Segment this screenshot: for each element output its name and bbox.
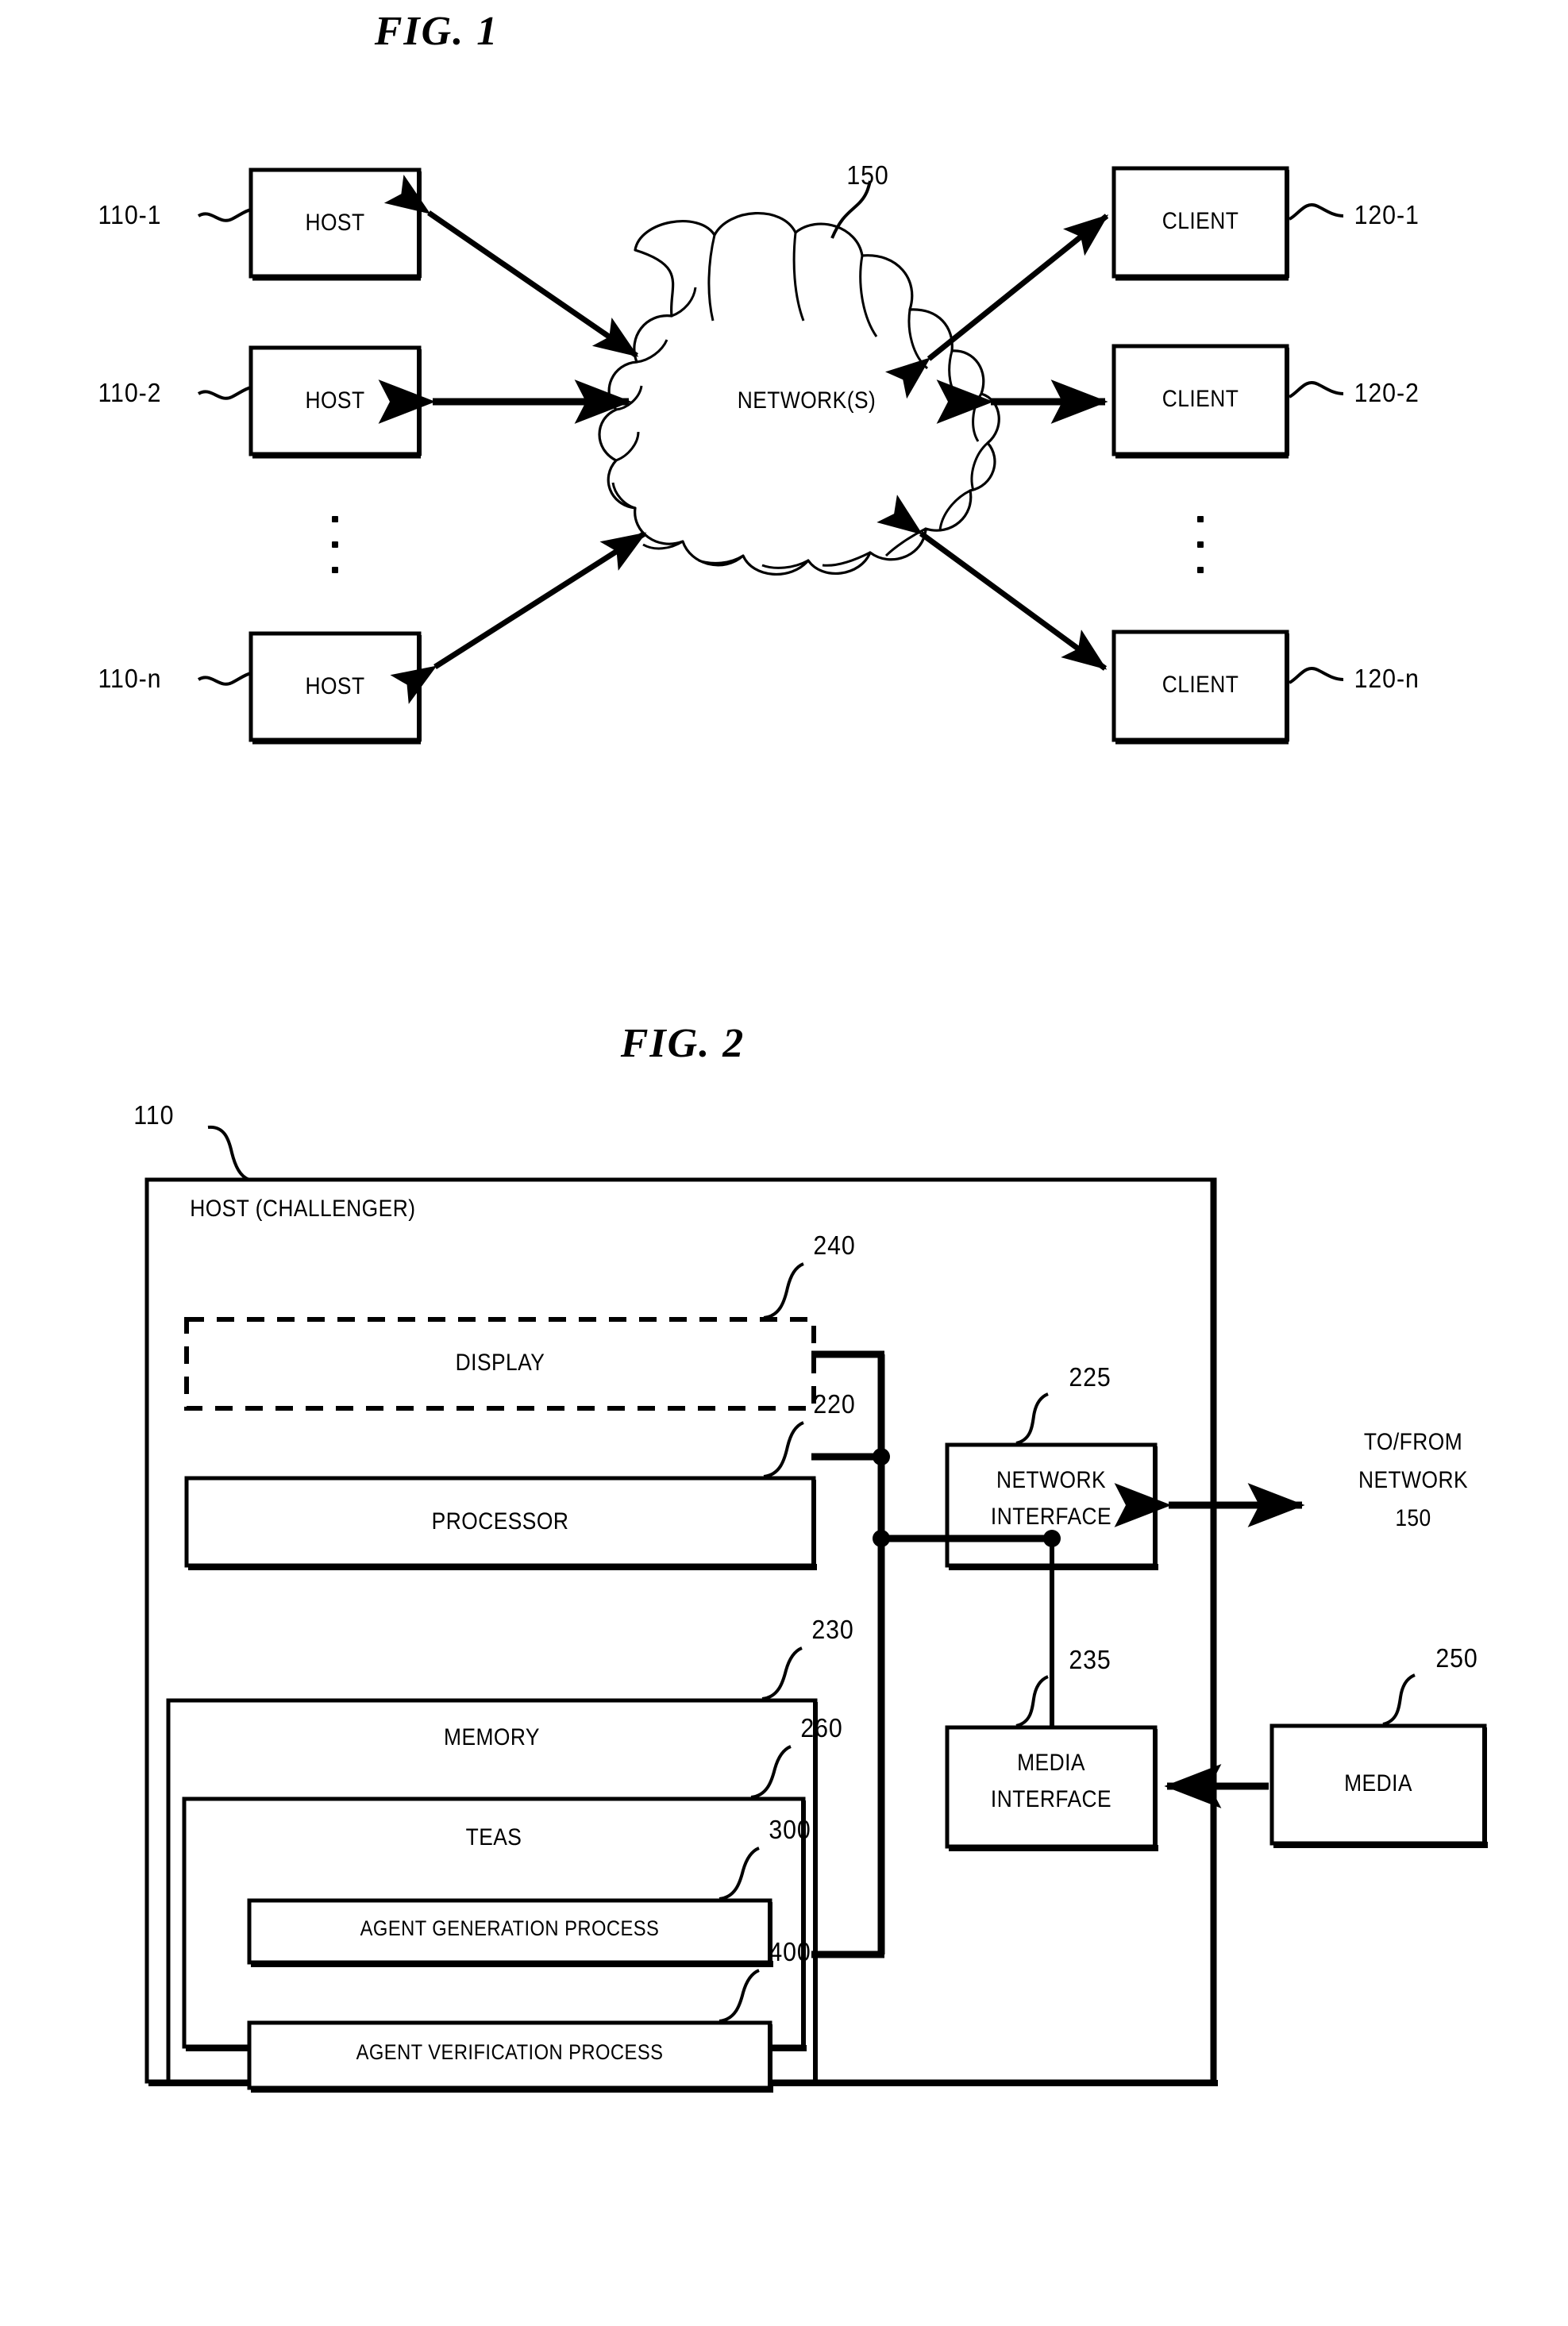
leader-250	[1382, 1673, 1416, 1726]
host-challenger-label: HOST (CHALLENGER)	[190, 1196, 416, 1222]
ref-225: 225	[1069, 1362, 1111, 1392]
fig1-host-2-label: HOST	[305, 387, 365, 414]
fig1-host-1-label: HOST	[305, 210, 365, 236]
patent-drawing-sheet: FIG. 1 HOST HOST HOST CLIENT CLIENT CLIE…	[0, 0, 1568, 2326]
to-from-network-line2: NETWORK	[1358, 1467, 1468, 1493]
arrow-cloud-client1	[884, 214, 1109, 399]
leader-120-2	[1288, 381, 1344, 399]
arrow-host1-cloud	[383, 174, 639, 358]
host-ellipsis	[332, 516, 340, 592]
leader-110-2	[197, 386, 252, 400]
fig1-group	[197, 166, 1344, 745]
arrow-hostn-cloud	[390, 531, 647, 704]
ref-235: 235	[1069, 1645, 1111, 1674]
network-interface-label-line1: NETWORK	[996, 1467, 1106, 1493]
ref-110-1: 110-1	[98, 200, 162, 229]
fig1-client-1-label: CLIENT	[1162, 208, 1239, 234]
fig2-group	[144, 1125, 1488, 2093]
ref-120-2: 120-2	[1354, 378, 1420, 407]
ref-120-1: 120-1	[1354, 200, 1420, 229]
fig2-title: FIG. 2	[620, 1021, 745, 1066]
leader-110-n	[197, 672, 252, 686]
ref-110-2: 110-2	[98, 378, 162, 407]
fig1-client-boxes	[1111, 166, 1289, 745]
ref-300: 300	[769, 1815, 811, 1844]
arrow-cloud-clientn	[876, 495, 1108, 671]
figure-vector-layer	[144, 166, 1488, 2093]
ref-110-n: 110-n	[98, 664, 162, 693]
processor-label: PROCESSOR	[431, 1508, 569, 1535]
client-ellipsis	[1197, 516, 1205, 592]
agent-verification-label: AGENT VERIFICATION PROCESS	[356, 2040, 664, 2064]
fig1-client-2-label: CLIENT	[1162, 386, 1239, 412]
ref-260: 260	[800, 1713, 843, 1743]
media-interface-label-line2: INTERFACE	[990, 1786, 1112, 1812]
leader-fig2-110	[207, 1125, 250, 1181]
fig1-host-boxes	[248, 168, 422, 745]
agent-generation-label: AGENT GENERATION PROCESS	[360, 1916, 660, 1940]
leader-110-1	[197, 208, 252, 222]
ref-240: 240	[813, 1230, 856, 1260]
ref-220: 220	[813, 1389, 856, 1419]
leader-120-1	[1288, 203, 1344, 221]
media-interface-label-line1: MEDIA	[1017, 1750, 1085, 1776]
to-from-network-line1: TO/FROM	[1363, 1429, 1463, 1455]
ref-400: 400	[769, 1937, 811, 1966]
ref-230: 230	[811, 1615, 854, 1644]
media-label: MEDIA	[1344, 1770, 1412, 1796]
network-interface-label-line2: INTERFACE	[990, 1504, 1112, 1530]
fig1-title: FIG. 1	[374, 9, 499, 54]
fig1-host-n-label: HOST	[305, 673, 365, 699]
memory-label: MEMORY	[444, 1724, 540, 1750]
ref-fig2-110: 110	[133, 1100, 175, 1130]
ref-120-n: 120-n	[1354, 664, 1420, 693]
fig1-client-n-label: CLIENT	[1162, 672, 1239, 698]
display-label: DISPLAY	[455, 1350, 545, 1376]
ref-150: 150	[846, 160, 889, 190]
network-cloud-label: NETWORK(S)	[737, 387, 876, 414]
teas-label: TEAS	[465, 1824, 522, 1850]
to-from-network-line3: 150	[1395, 1505, 1431, 1531]
leader-120-n	[1288, 667, 1344, 684]
ref-250: 250	[1435, 1643, 1478, 1673]
